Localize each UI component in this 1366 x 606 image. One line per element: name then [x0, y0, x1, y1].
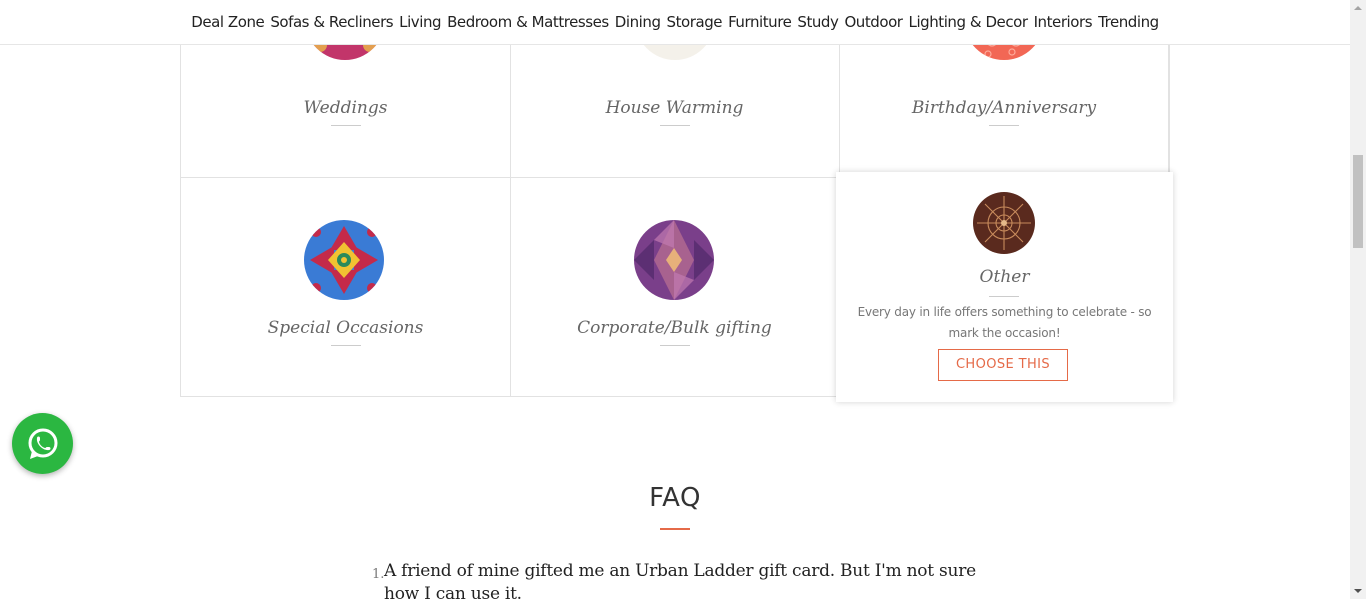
faq-question[interactable]: 1. A friend of mine gifted me an Urban L…: [372, 560, 992, 606]
nav-item-sofas-recliners[interactable]: Sofas & Recliners: [270, 13, 393, 31]
scrollbar[interactable]: [1350, 0, 1366, 599]
nav-item-deal-zone[interactable]: Deal Zone: [191, 13, 264, 31]
occasion-underline: [331, 345, 361, 346]
faq-question-number: 1.: [372, 567, 385, 582]
occasion-name: Other: [979, 267, 1030, 287]
occasion-underline: [989, 125, 1019, 126]
nav-item-lighting-decor[interactable]: Lighting & Decor: [909, 13, 1028, 31]
occasion-name: Birthday/Anniversary: [911, 98, 1097, 118]
faq-question-text: A friend of mine gifted me an Urban Ladd…: [384, 561, 976, 604]
whatsapp-button[interactable]: [12, 413, 73, 474]
other-pattern-icon: [973, 192, 1035, 254]
nav-item-living[interactable]: Living: [399, 13, 441, 31]
nav-item-interiors[interactable]: Interiors: [1034, 13, 1093, 31]
special-occasions-pattern-icon: [304, 220, 384, 300]
scroll-up-arrow-icon[interactable]: [1350, 0, 1366, 16]
choose-this-button[interactable]: CHOOSE THIS: [938, 349, 1068, 381]
nav-item-furniture[interactable]: Furniture: [728, 13, 792, 31]
top-navigation: Deal Zone Sofas & Recliners Living Bedroom …: [0, 0, 1350, 45]
nav-item-dining[interactable]: Dining: [615, 13, 661, 31]
occasion-name: Corporate/Bulk gifting: [577, 318, 772, 338]
occasion-card-other[interactable]: Other Every day in life offers something…: [836, 172, 1173, 402]
occasion-underline: [660, 125, 690, 126]
nav-item-trending[interactable]: Trending: [1098, 13, 1159, 31]
nav-item-study[interactable]: Study: [797, 13, 839, 31]
occasion-name: House Warming: [605, 98, 744, 118]
nav-item-storage[interactable]: Storage: [667, 13, 723, 31]
faq-title-underline: [660, 528, 690, 530]
corporate-pattern-icon: [634, 220, 714, 300]
faq-title: FAQ: [649, 483, 701, 513]
occasion-card-corporate-bulk[interactable]: Corporate/Bulk gifting: [510, 177, 840, 397]
nav-list: Deal Zone Sofas & Recliners Living Bedroom …: [188, 13, 1161, 31]
occasion-card-special-occasions[interactable]: Special Occasions: [181, 177, 511, 397]
scroll-thumb[interactable]: [1353, 155, 1363, 248]
occasion-underline: [331, 125, 361, 126]
whatsapp-icon: [28, 428, 57, 459]
occasion-underline: [660, 345, 690, 346]
occasion-name: Weddings: [303, 98, 388, 118]
occasion-name: Special Occasions: [267, 318, 424, 338]
nav-item-bedroom-mattresses[interactable]: Bedroom & Mattresses: [447, 13, 609, 31]
occasion-underline: [989, 296, 1019, 297]
nav-item-outdoor[interactable]: Outdoor: [844, 13, 903, 31]
occasion-description: Every day in life offers something to ce…: [857, 305, 1152, 340]
scroll-down-arrow-icon[interactable]: [1350, 583, 1366, 599]
